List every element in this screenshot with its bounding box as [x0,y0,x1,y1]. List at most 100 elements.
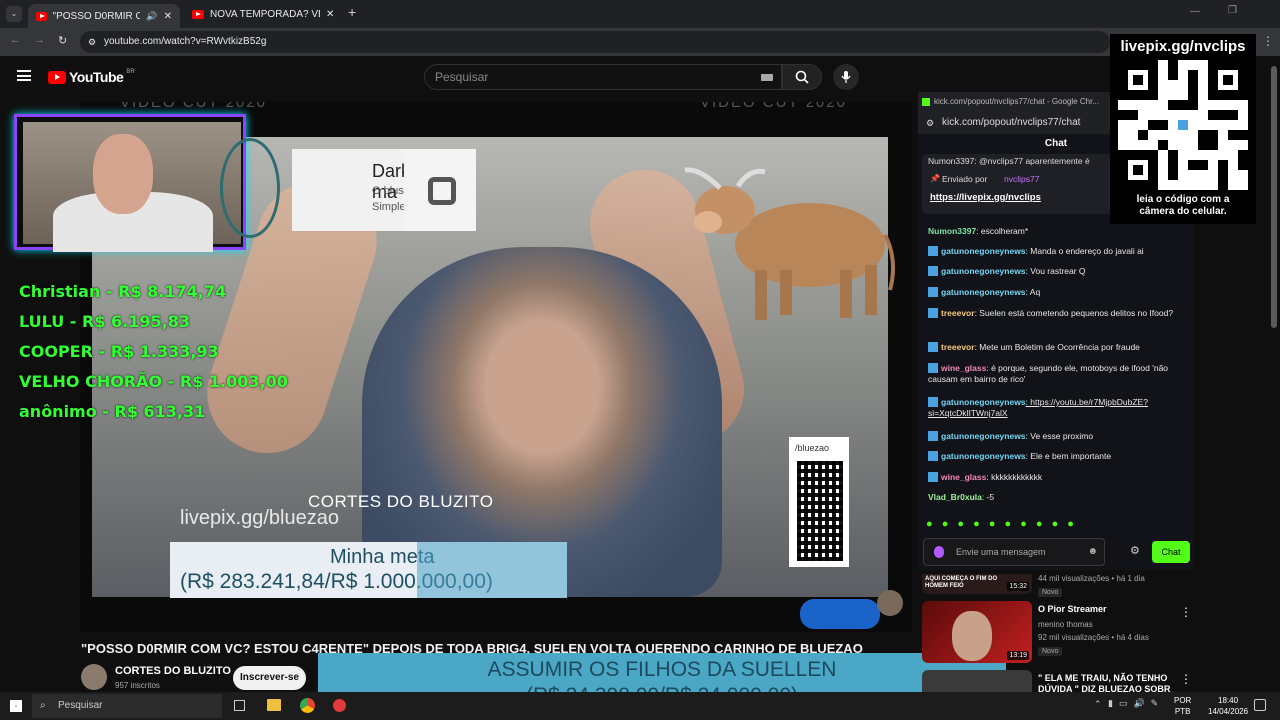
back-icon[interactable]: ← [10,34,21,46]
new-badge: Novo [1038,588,1063,597]
forward-icon[interactable]: → [34,34,45,46]
channel-avatar[interactable] [81,664,107,690]
video-watermark-link: livepix.gg/bluezao [180,507,339,529]
reload-icon[interactable]: ↻ [58,34,67,47]
qr-pattern [1118,60,1248,190]
recommendation-thumbnail[interactable]: 13:19 [922,601,1032,663]
more-options-icon[interactable]: ⋮ [1180,605,1192,619]
tab-second[interactable]: NOVA TEMPORADA? VEM AÍ U ✕ [184,4,344,24]
youtube-region: BR [126,69,135,75]
chat-settings-icon[interactable]: ⚙ [1130,544,1140,557]
views-text: 92 mil visualizações [1038,633,1110,642]
clock[interactable]: 18:40 14/04/2026 [1208,695,1248,717]
chat-username[interactable]: wine_glass [941,472,986,482]
red-app-icon[interactable] [333,699,346,712]
notification-icon[interactable] [1254,699,1266,711]
chat-username[interactable]: treeevor [941,308,975,318]
taskbar-search[interactable]: ⌕ Pesquisar [32,694,222,718]
language-indicator[interactable]: POR PTB [1174,695,1191,717]
task-view-icon[interactable] [234,700,245,711]
video-qr-label: /bluezao [795,443,830,453]
qr-caption-line1: leia o código com a [1136,194,1230,205]
chat-message: gatunonegoneynews: Manda o endereço do j… [928,246,1188,257]
tab-close-icon[interactable]: ✕ [326,9,334,20]
minimize-icon[interactable]: — [1190,6,1200,17]
chat-username[interactable]: gatunonegoneynews [941,451,1026,461]
chat-input-placeholder: Envie uma mensagem [956,547,1046,557]
goal-overlay-line1: ASSUMIR OS FILHOS DA SUELLEN [487,658,837,681]
chat-send-button[interactable]: Chat [1152,541,1190,563]
chat-username[interactable]: gatunonegoneynews [941,397,1026,407]
speaker-icon: 🔊 [146,10,158,21]
donor-item: LULU - R$ 6.195,83 [19,312,190,331]
qr-caption-line2: câmera do celular. [1139,206,1227,217]
keyboard-icon[interactable] [761,74,773,81]
chat-username[interactable]: Numon3397 [928,226,976,236]
maximize-icon[interactable]: ❐ [1228,5,1237,16]
qr-pattern [797,461,843,561]
recommendation-item[interactable]: 13:19 O Pior Streamer menino thomas 92 m… [922,601,1192,665]
search-button[interactable] [782,64,822,90]
address-bar[interactable]: ⚙ youtube.com/watch?v=RWvtkizB52g [80,31,1110,53]
chat-url: kick.com/popout/nvclips77/chat [942,117,1081,128]
chat-username[interactable]: Vlad_Br0xula [928,492,982,502]
tab-close-icon[interactable]: ✕ [164,11,172,22]
recommendation-thumbnail[interactable] [922,670,1032,692]
chat-username[interactable]: gatunonegoneynews [941,266,1026,276]
tab-video[interactable]: "POSSO D0RMIR COM VC? E 🔊 ✕ [28,4,180,28]
windows-start-icon[interactable] [10,700,22,712]
recommendation-item[interactable]: AQUI COMEÇA O FIM DO HOMEM FEIO 15:32 44… [922,574,1192,604]
chat-text: : Suelen está cometendo pequenos delitos… [974,308,1174,318]
more-options-icon[interactable]: ⋮ [1180,672,1192,686]
emoji-icon[interactable]: ☻ [1087,539,1098,565]
chat-username[interactable]: gatunonegoneynews [941,246,1026,256]
chat-message: gatunonegoneynews: https://youtu.be/r7Mj… [928,397,1188,419]
views-text: 44 mil visualizações [1038,574,1110,583]
voice-search-button[interactable] [833,64,859,90]
user-badge-icon [928,472,938,482]
search-icon: ⌕ [40,700,46,711]
user-badge-icon [928,451,938,461]
channel-name[interactable]: CORTES DO BLUZITO [115,665,231,677]
chat-text: : Aq [1025,287,1041,297]
video-qr-code: /bluezao [789,437,849,567]
page-scrollbar[interactable] [1271,66,1277,328]
browser-menu-icon[interactable]: ⋮ [1262,34,1274,48]
subscribe-button[interactable]: Inscrever-se [233,666,306,690]
user-badge-icon [928,287,938,297]
recommendation-channel[interactable]: menino thomas [1038,620,1093,629]
user-badge-icon [928,342,938,352]
recommendation-item[interactable]: " ELA ME TRAIU, NÃO TENHO DÚVIDA " DIZ B… [922,670,1192,694]
recommendation-thumbnail[interactable]: AQUI COMEÇA O FIM DO HOMEM FEIO 15:32 [922,574,1032,594]
tab-list-chevron-icon[interactable]: ⌄ [6,6,22,22]
chat-text: : Ele e bem importante [1025,451,1112,461]
video-top-text-right: VIDEO CUT 2020 [700,102,847,111]
hamburger-menu-icon[interactable] [17,70,31,81]
chat-username[interactable]: gatunonegoneynews [941,287,1026,297]
search-input[interactable]: Pesquisar [424,64,782,90]
chrome-icon[interactable] [300,698,315,713]
chat-username[interactable]: treeevor [941,342,975,352]
clock-time: 18:40 [1218,696,1239,705]
chat-username[interactable]: wine_glass [941,363,986,373]
chat-message: treeevor: Mete um Boletim de Ocorrência … [928,342,1188,353]
file-explorer-icon[interactable] [267,699,281,711]
chat-message: gatunonegoneynews: Ve esse proximo [928,431,1188,442]
tray-icons[interactable]: ▮▭🔊✎ [1108,698,1164,709]
pinned-link[interactable]: https://livepix.gg/nvclips [930,192,1041,203]
user-badge-icon [928,308,938,318]
chat-message-input[interactable]: Envie uma mensagem ☻ [923,538,1105,566]
video-blue-pill [800,599,880,629]
chat-message: gatunonegoneynews: Aq [928,287,1188,298]
tray-chevron-icon[interactable]: ⌃ [1094,699,1102,710]
emote-bar: ● ● ● ● ● ● ● ● ● ● [926,518,1077,530]
youtube-logo[interactable]: YouTube BR [48,69,135,85]
search-placeholder: Pesquisar [435,70,489,84]
chat-message: gatunonegoneynews: Vou rastrear Q [928,266,1188,277]
chat-username[interactable]: gatunonegoneynews [941,431,1026,441]
recommendation-views: 92 mil visualizações • há 4 dias [1038,633,1149,642]
new-tab-button[interactable]: + [348,4,356,20]
qr-caption: leia o código com a câmera do celular. [1110,194,1256,218]
site-info-icon[interactable]: ⚙ [88,31,96,53]
recommendation-title[interactable]: O Pior Streamer [1038,604,1178,614]
